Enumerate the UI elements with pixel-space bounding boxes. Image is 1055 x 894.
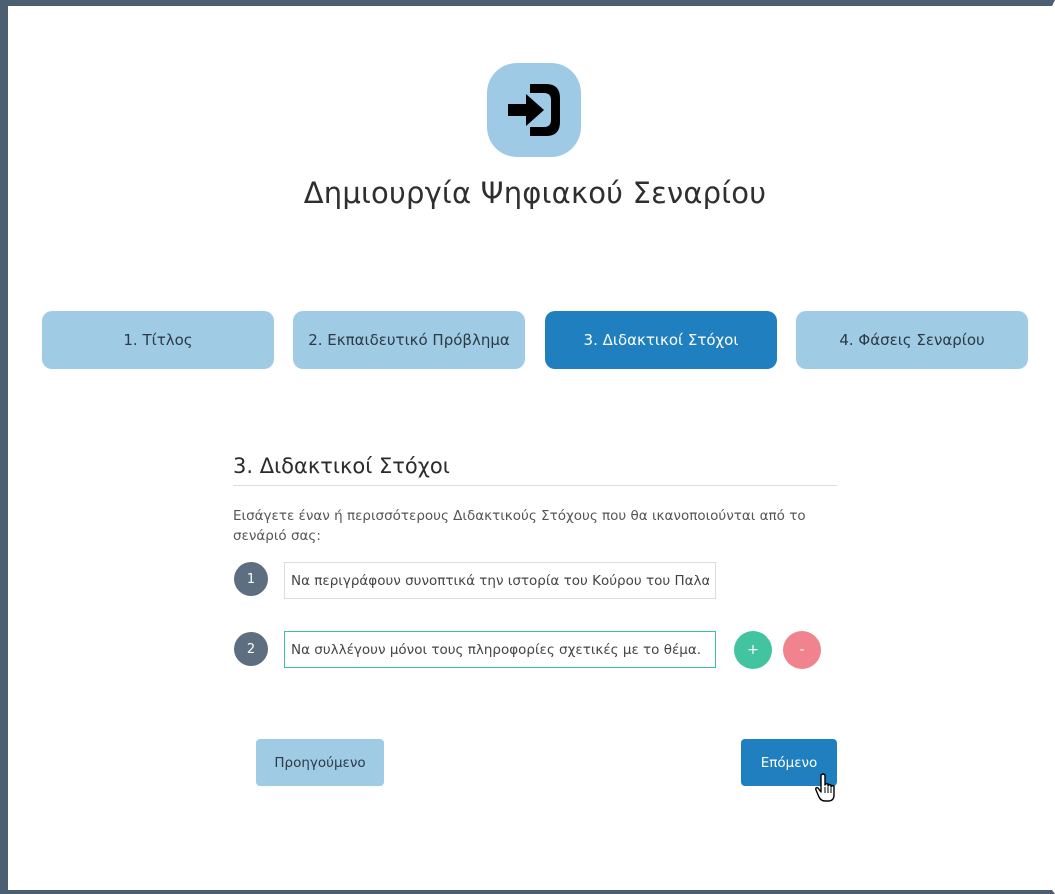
section-heading: 3. Διδακτικοί Στόχοι	[233, 454, 450, 478]
goal-number-badge: 2	[234, 632, 268, 666]
login-arrow-icon	[508, 84, 560, 136]
tab-educational-problem[interactable]: 2. Εκπαιδευτικό Πρόβλημα	[293, 311, 525, 369]
app-logo	[487, 63, 581, 157]
tab-teaching-goals[interactable]: 3. Διδακτικοί Στόχοι	[545, 311, 777, 369]
goal-number-badge: 1	[234, 562, 268, 596]
add-goal-button[interactable]: +	[734, 631, 772, 669]
previous-button[interactable]: Προηγούμενο	[256, 739, 384, 786]
remove-goal-button[interactable]: -	[783, 631, 821, 669]
goal-input-1[interactable]	[284, 562, 716, 599]
hand-cursor-icon	[815, 773, 835, 802]
goal-input-2[interactable]	[284, 631, 716, 668]
divider	[233, 485, 837, 486]
tab-scenario-phases[interactable]: 4. Φάσεις Σεναρίου	[796, 311, 1028, 369]
tab-title[interactable]: 1. Τίτλος	[42, 311, 274, 369]
page-title: Δημιουργία Ψηφιακού Σεναρίου	[303, 176, 767, 210]
section-intro: Εισάγετε έναν ή περισσότερους Διδακτικού…	[233, 508, 806, 544]
